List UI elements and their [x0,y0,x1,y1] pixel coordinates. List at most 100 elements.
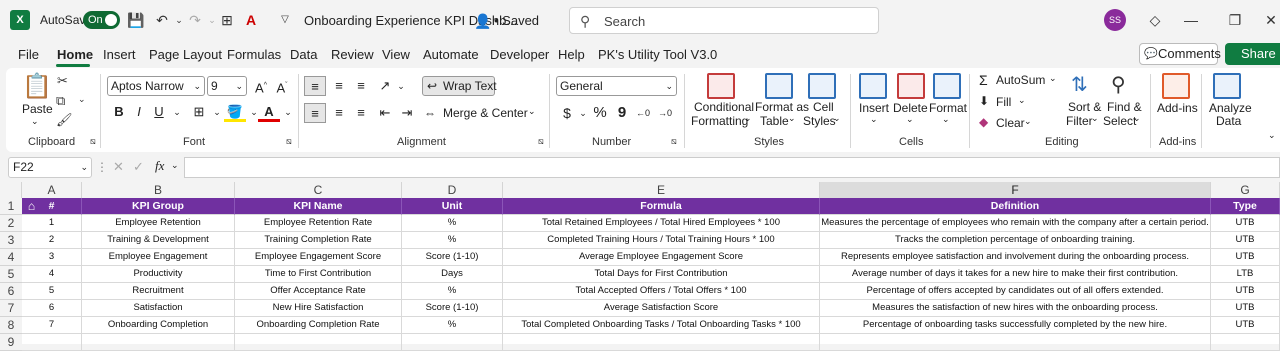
analyze-data-icon[interactable] [1213,73,1241,99]
search-box[interactable]: ⚲ Search [569,7,879,34]
borders-icon[interactable]: ⊞ [218,11,236,29]
menu-view[interactable]: View [382,47,410,62]
menu-help[interactable]: Help [558,47,585,62]
header-cell-definition[interactable]: Definition [820,198,1211,215]
sort-filter-icon[interactable]: ⇅ [1071,72,1088,97]
decrease-font-icon[interactable]: Aˇ [271,76,293,96]
table-cell-kpi-group[interactable]: Employee Retention [82,215,235,232]
undo-icon[interactable]: ↶ [153,11,171,29]
insert-function-button[interactable]: fx [155,158,164,174]
table-cell-kpi-name[interactable]: Offer Acceptance Rate [235,283,402,300]
table-cell-type[interactable]: UTB [1211,249,1280,266]
home-icon[interactable]: ⌂ [24,199,39,214]
find-select-icon[interactable]: ⚲ [1111,72,1126,97]
row-header-8[interactable]: 8 [0,317,22,334]
row-header-3[interactable]: 3 [0,232,22,249]
table-cell-definition[interactable]: Percentage of offers accepted by candida… [820,283,1211,300]
header-cell-formula[interactable]: Formula [503,198,820,215]
row-header-1[interactable]: 1 [0,198,22,215]
table-cell-kpi-group[interactable]: Satisfaction [82,300,235,317]
menu-developer[interactable]: Developer [490,47,549,62]
sort-filter-label-2[interactable]: Filter [1066,114,1093,128]
table-cell-definition[interactable]: Measures the satisfaction of new hires w… [820,300,1211,317]
paste-label[interactable]: Paste [22,102,53,116]
fill-down-icon[interactable]: ⬇ [979,94,989,108]
bold-button[interactable]: B [108,102,130,122]
table-cell-type[interactable]: UTB [1211,317,1280,334]
insert-label[interactable]: Insert [859,101,889,115]
add-ins-label[interactable]: Add-ins [1157,101,1198,115]
autosum-icon[interactable]: Σ [979,72,988,88]
table-cell-formula[interactable]: Average Employee Engagement Score [503,249,820,266]
table-cell-kpi-name[interactable]: Time to First Contribution [235,266,402,283]
table-cell-type[interactable]: LTB [1211,266,1280,283]
row-header-7[interactable]: 7 [0,300,22,317]
decrease-decimal-icon[interactable]: →0 [654,103,676,123]
align-left-icon[interactable]: ≡ [304,103,326,123]
avatar[interactable]: SS [1104,9,1126,31]
table-cell-definition[interactable]: Average number of days it takes for a ne… [820,266,1211,283]
font-size-select[interactable]: 9 ⌄ [207,76,247,96]
table-cell-kpi-name[interactable]: Employee Retention Rate [235,215,402,232]
sort-filter-label-1[interactable]: Sort & [1068,100,1101,114]
table-cell-definition[interactable]: Represents employee satisfaction and inv… [820,249,1211,266]
chevron-down-icon[interactable]: ⌄ [744,113,752,124]
chevron-down-icon[interactable]: ⌄ [833,113,841,124]
table-cell-number[interactable]: 4 [22,266,82,283]
align-center-icon[interactable]: ≡ [328,103,350,123]
table-cell-number[interactable]: 5 [22,283,82,300]
align-right-icon[interactable]: ≡ [350,103,372,123]
find-select-label-2[interactable]: Select [1103,114,1136,128]
format-label[interactable]: Format [929,101,967,115]
align-top-icon[interactable]: ≡ [304,76,326,96]
table-cell-unit[interactable]: % [402,232,503,249]
empty-cell[interactable] [82,334,235,351]
chevron-down-icon[interactable]: ⌄ [1024,116,1032,127]
menu-home[interactable]: Home [57,47,93,62]
cut-icon[interactable]: ✂ [57,73,68,89]
table-cell-kpi-name[interactable]: New Hire Satisfaction [235,300,402,317]
percent-button[interactable]: % [589,103,611,123]
more-options-icon[interactable]: ⋮ [96,160,108,174]
table-cell-unit[interactable]: Score (1-10) [402,300,503,317]
header-cell-kpi-name[interactable]: KPI Name [235,198,402,215]
enter-icon[interactable]: ✓ [133,159,144,175]
row-header-4[interactable]: 4 [0,249,22,266]
font-name-select[interactable]: Aptos Narrow ⌄ [107,76,205,96]
header-cell-kpi-group[interactable]: KPI Group [82,198,235,215]
conditional-formatting-icon[interactable] [707,73,735,99]
menu-formulas[interactable]: Formulas [227,47,281,62]
empty-cell[interactable] [820,334,1211,351]
copy-dropdown-icon[interactable]: ⌄ [78,94,86,105]
table-cell-formula[interactable]: Average Satisfaction Score [503,300,820,317]
table-cell-kpi-name[interactable]: Onboarding Completion Rate [235,317,402,334]
wrap-text-button[interactable]: ↩ Wrap Text [422,76,497,96]
menu-insert[interactable]: Insert [103,47,136,62]
format-cells-icon[interactable] [933,73,961,99]
paste-dropdown-icon[interactable]: ⌄ [31,116,39,127]
column-header-b[interactable]: B [82,182,235,198]
table-cell-formula[interactable]: Total Completed Onboarding Tasks / Total… [503,317,820,334]
chevron-down-icon[interactable]: ⌄ [1018,95,1026,106]
ribbon-collapse-icon[interactable]: ⌄ [1268,130,1276,141]
format-as-table-icon[interactable] [765,73,793,99]
worksheet-grid[interactable]: # KPI Group KPI Name Unit Formula Definition T… [22,198,1280,351]
column-header-e[interactable]: E [503,182,820,198]
conditional-formatting-label-1[interactable]: Conditional [694,100,754,114]
menu-file[interactable]: File [18,47,39,62]
decrease-indent-icon[interactable]: ⇤ [374,103,396,123]
table-cell-definition[interactable]: Percentage of onboarding tasks successfu… [820,317,1211,334]
font-color-quick-icon[interactable]: A [242,11,260,29]
number-launcher-icon[interactable]: ⧅ [671,136,677,147]
analyze-data-label-2[interactable]: Data [1216,114,1241,128]
table-cell-number[interactable]: 7 [22,317,82,334]
table-cell-definition[interactable]: Tracks the completion percentage of onbo… [820,232,1211,249]
chevron-down-icon[interactable]: ⌄ [788,113,796,124]
table-cell-kpi-group[interactable]: Employee Engagement [82,249,235,266]
clipboard-launcher-icon[interactable]: ⧅ [90,136,96,147]
format-as-table-label-1[interactable]: Format as [755,100,809,114]
table-cell-formula[interactable]: Total Days for First Contribution [503,266,820,283]
table-cell-kpi-group[interactable]: Productivity [82,266,235,283]
menu-automate[interactable]: Automate [423,47,479,62]
table-cell-type[interactable]: UTB [1211,215,1280,232]
